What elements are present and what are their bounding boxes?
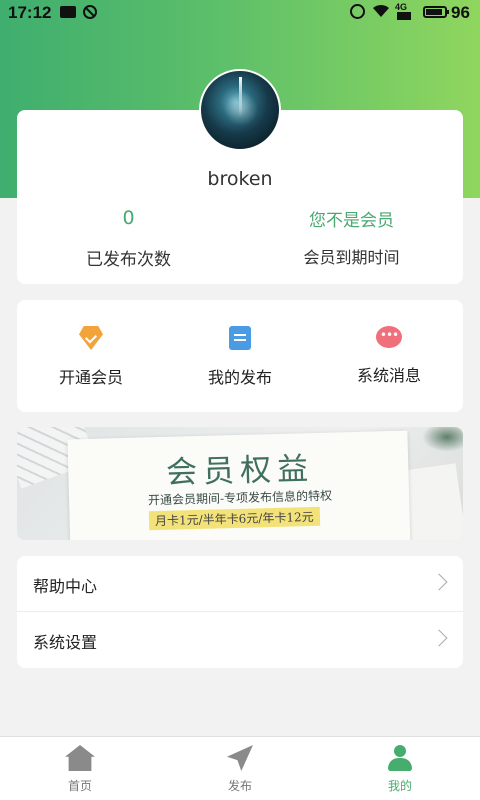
publish-count-label: 已发布次数 — [86, 250, 171, 270]
publish-count-stat: 0 已发布次数 — [17, 207, 240, 270]
menu-item-label: 系统设置 — [33, 633, 98, 652]
membership-benefits-banner[interactable]: 会员权益 开通会员期间-专项发布信息的特权 月卡1元/半年卡6元/年卡12元 — [17, 427, 463, 540]
member-status-value: 您不是会员 — [309, 211, 394, 231]
status-bar: 17:12 4G 96 — [0, 0, 480, 26]
alarm-icon — [350, 4, 365, 19]
wifi-icon — [373, 4, 389, 17]
news-notification-icon — [60, 6, 76, 18]
tab-mine-label: 我的 — [387, 779, 412, 793]
document-icon — [229, 326, 251, 350]
tab-publish[interactable]: 发布 — [160, 745, 320, 794]
tab-home[interactable]: 首页 — [0, 745, 160, 794]
tab-home-label: 首页 — [67, 779, 92, 793]
battery-icon — [423, 6, 449, 18]
bottom-tab-bar: 首页 发布 我的 — [0, 736, 480, 800]
member-expiry-label: 会员到期时间 — [303, 248, 400, 267]
publish-count-value: 0 — [122, 207, 135, 229]
send-icon — [227, 745, 253, 771]
network-type: 4G — [395, 2, 408, 12]
battery-level: 96 — [451, 3, 470, 22]
home-icon — [65, 745, 95, 771]
system-messages-label: 系统消息 — [356, 366, 421, 385]
system-messages-button[interactable]: 系统消息 — [315, 326, 463, 386]
do-not-disturb-icon — [83, 5, 97, 19]
open-membership-button[interactable]: 开通会员 — [17, 326, 165, 388]
open-membership-label: 开通会员 — [58, 368, 123, 387]
chevron-right-icon — [430, 629, 448, 647]
chevron-right-icon — [430, 573, 448, 591]
user-icon — [387, 745, 413, 771]
message-icon — [376, 326, 402, 348]
menu-item-system-settings[interactable]: 系统设置 — [17, 612, 463, 668]
menu-item-label: 帮助中心 — [33, 577, 98, 596]
my-posts-button[interactable]: 我的发布 — [166, 326, 314, 388]
tab-publish-label: 发布 — [227, 779, 252, 793]
menu-item-help-center[interactable]: 帮助中心 — [17, 556, 463, 612]
quick-actions-card: 开通会员 我的发布 系统消息 — [17, 300, 463, 412]
settings-menu: 帮助中心 系统设置 — [17, 556, 463, 668]
tab-mine[interactable]: 我的 — [320, 745, 480, 794]
my-posts-label: 我的发布 — [207, 368, 272, 387]
status-time: 17:12 — [8, 3, 52, 22]
avatar[interactable] — [199, 69, 281, 151]
username: broken — [207, 168, 273, 190]
diamond-icon — [79, 326, 103, 350]
signal-icon — [397, 12, 411, 20]
member-expiry-stat: 您不是会员 会员到期时间 — [240, 206, 463, 268]
